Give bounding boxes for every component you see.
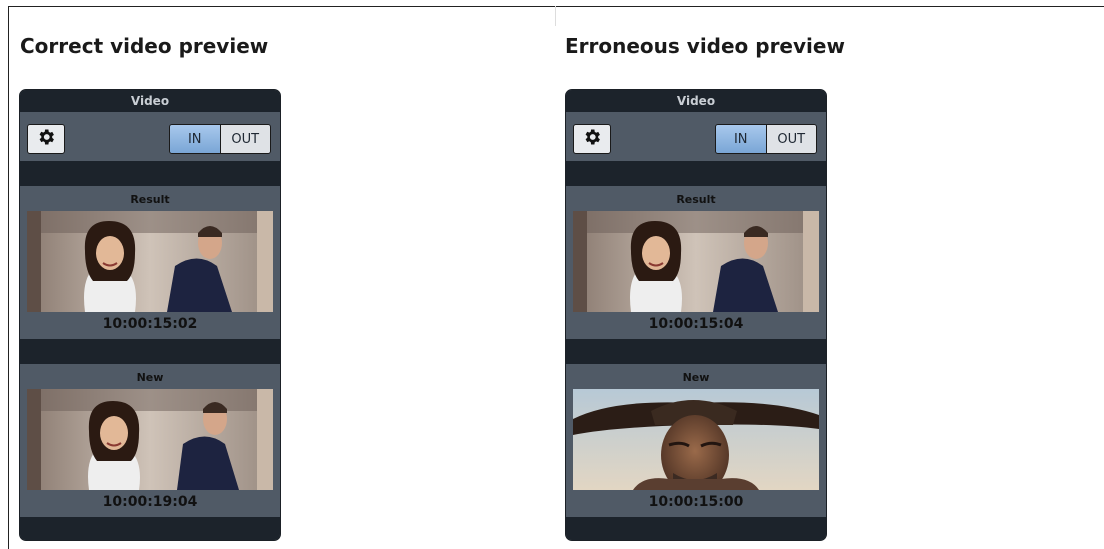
- separator-bar: [20, 517, 280, 540]
- in-toggle-button[interactable]: IN: [716, 125, 767, 153]
- new-video-thumbnail[interactable]: [27, 389, 273, 490]
- panel-title: Video: [566, 90, 826, 112]
- gear-icon: [582, 127, 602, 151]
- in-toggle-button[interactable]: IN: [170, 125, 221, 153]
- in-out-toggle: IN OUT: [715, 124, 817, 154]
- panel-title: Video: [20, 90, 280, 112]
- new-label: New: [682, 371, 710, 384]
- separator-bar: [20, 339, 280, 364]
- new-video-thumbnail[interactable]: [573, 389, 819, 490]
- result-timecode: 10:00:15:04: [648, 316, 744, 332]
- new-label: New: [136, 371, 164, 384]
- separator-bar: [20, 161, 280, 186]
- panel-toolbar: IN OUT: [20, 112, 280, 158]
- correct-preview-heading: Correct video preview: [20, 34, 269, 58]
- result-label: Result: [130, 193, 170, 206]
- video-panel-correct: Video IN OUT Result 10:00:15:02 New 10:0…: [19, 89, 281, 541]
- result-timecode: 10:00:15:02: [102, 316, 198, 332]
- outer-frame-left: [8, 6, 9, 549]
- result-label: Result: [676, 193, 716, 206]
- separator-bar: [566, 517, 826, 540]
- settings-button[interactable]: [27, 124, 65, 154]
- out-toggle-button[interactable]: OUT: [766, 125, 816, 153]
- gear-icon: [36, 127, 56, 151]
- result-video-thumbnail[interactable]: [573, 211, 819, 312]
- separator-bar: [566, 161, 826, 186]
- result-video-thumbnail[interactable]: [27, 211, 273, 312]
- out-toggle-button[interactable]: OUT: [220, 125, 270, 153]
- video-panel-erroneous: Video IN OUT Result 10:00:15:04 New 10:0…: [565, 89, 827, 541]
- panel-toolbar: IN OUT: [566, 112, 826, 158]
- settings-button[interactable]: [573, 124, 611, 154]
- column-divider: [555, 6, 556, 26]
- outer-frame-top: [8, 6, 1104, 7]
- in-out-toggle: IN OUT: [169, 124, 271, 154]
- erroneous-preview-heading: Erroneous video preview: [565, 34, 845, 58]
- separator-bar: [566, 339, 826, 364]
- new-timecode: 10:00:19:04: [102, 494, 198, 510]
- new-timecode: 10:00:15:00: [648, 494, 744, 510]
